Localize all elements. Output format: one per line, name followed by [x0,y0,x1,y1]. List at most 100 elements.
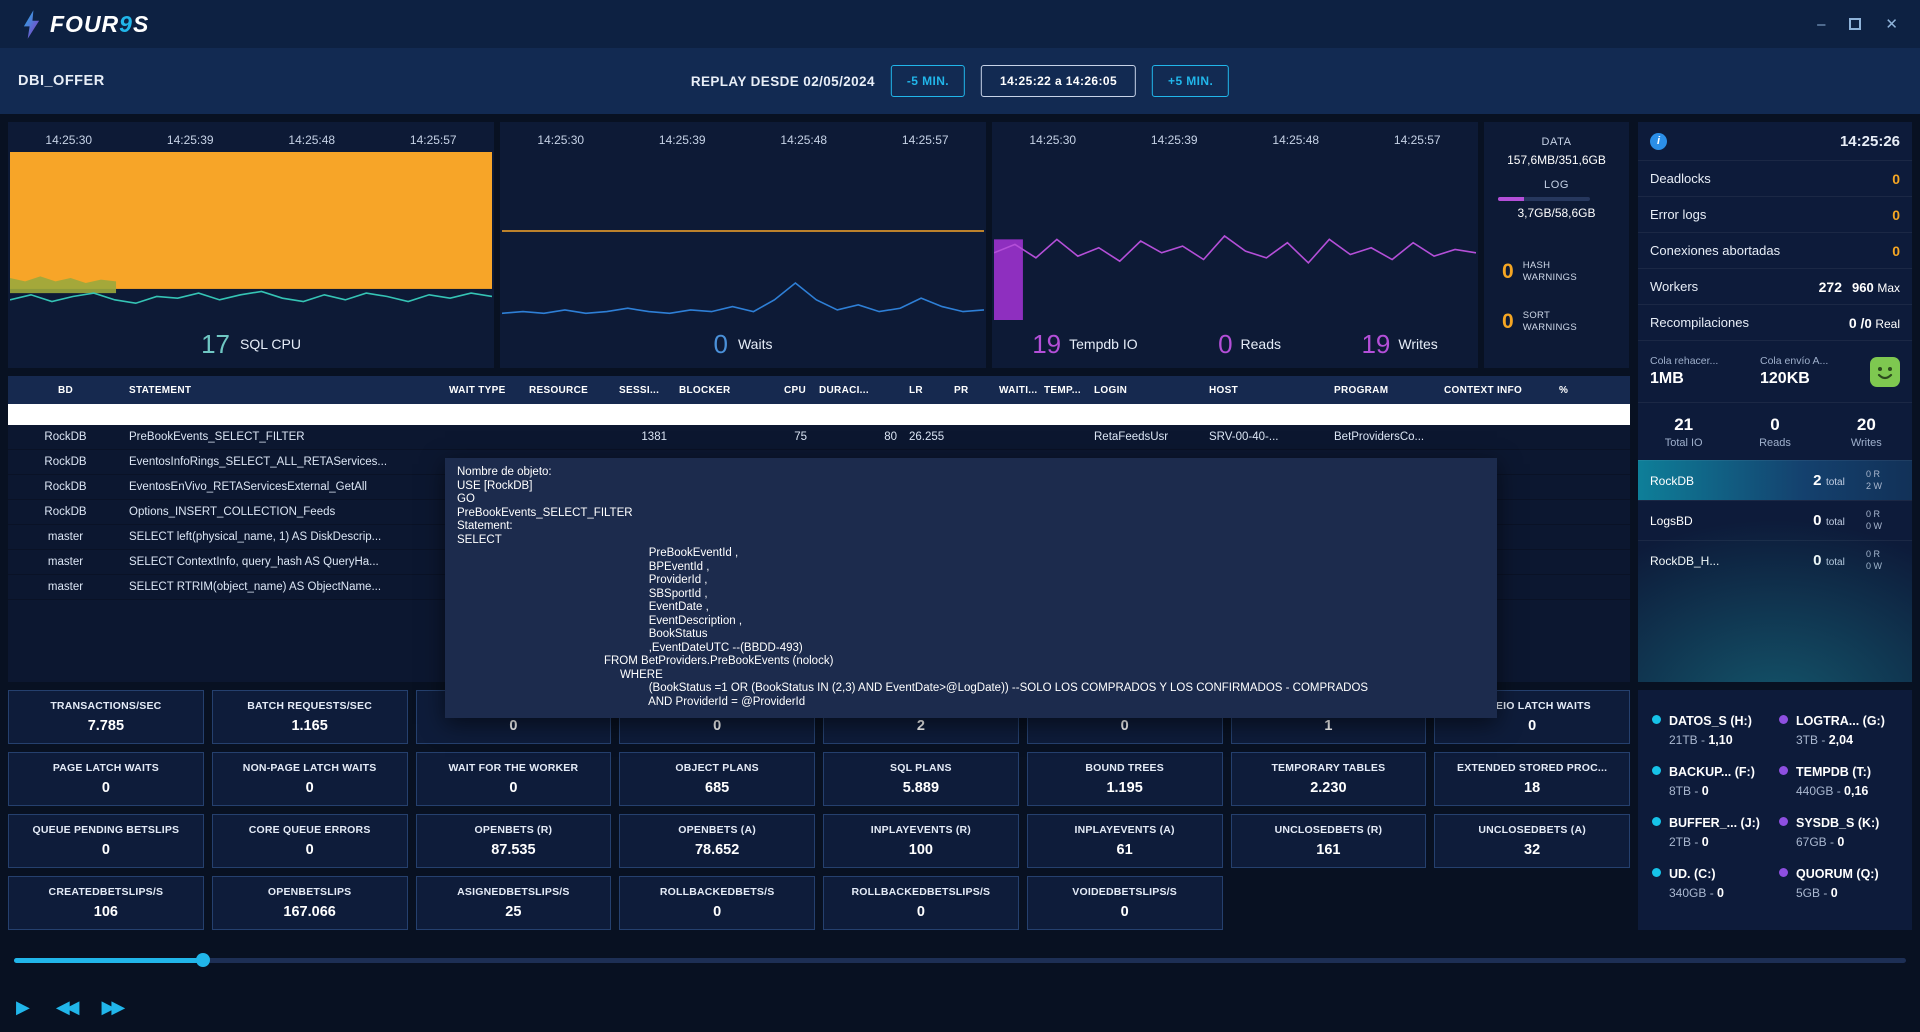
data-usage-value: 157,6MB/351,6GB [1496,153,1617,167]
tile-batch-requests-sec: BATCH REQUESTS/SEC1.165 [212,690,408,744]
disk-tempdb: TEMPDB (T:)440GB - 0,16 [1779,759,1898,810]
timeline-progress [14,958,203,963]
maximize-icon[interactable] [1849,18,1861,30]
col-context-info[interactable]: CONTEXT INFO [1438,385,1553,396]
disk-dot-icon [1652,766,1661,775]
col-percent[interactable]: % [1553,385,1630,396]
col-blocker[interactable]: BLOCKER [673,385,778,396]
stat-aborted-connections: Conexiones abortadas0 [1638,232,1912,268]
col-login[interactable]: LOGIN [1088,385,1203,396]
tick-label: 14:25:30 [537,133,584,147]
tile-createdbetslips-s: CREATEDBETSLIPS/S106 [8,876,204,930]
col-cpu[interactable]: CPU [778,385,813,396]
sql-cpu-chart [10,152,492,320]
table-header: BDSTATEMENTWAIT TYPERESOURCESESSI...BLOC… [8,376,1630,404]
tile-inplayevents-r: INPLAYEVENTS (R)100 [823,814,1019,868]
app-title: FOUR9S [50,11,149,38]
minus-5min-button[interactable]: -5 MIN. [891,65,965,97]
tempdb-plot [994,152,1476,320]
io-reads: 0Reads [1729,415,1820,449]
log-usage-value: 3,7GB/58,6GB [1496,206,1617,220]
metric-tiles-grid: TRANSACTIONS/SEC7.785 BATCH REQUESTS/SEC… [8,690,1630,930]
sql-cpu-caption: 17 SQL CPU [8,320,494,368]
tempdb-chart-panel: 14:25:3014:25:3914:25:4814:25:57 19Tempd… [992,122,1478,368]
stat-error-logs: Error logs0 [1638,196,1912,232]
disk-logtra: LOGTRA... (G:)3TB - 2,04 [1779,708,1898,759]
sort-warnings: 0 SORT WARNINGS [1502,310,1617,334]
tile-rollbackedbets-s: ROLLBACKEDBETS/S0 [619,876,815,930]
time-axis: 14:25:3014:25:3914:25:4814:25:57 [992,122,1478,152]
disk-dot-icon [1652,868,1661,877]
table-row[interactable]: RockDBPreBookEvents_SELECT_FILTER1381758… [8,425,1630,450]
disk-dot-icon [1779,715,1788,724]
titlebar: FOUR9S – ✕ [0,0,1920,48]
col-duracion[interactable]: DURACI... [813,385,903,396]
close-icon[interactable]: ✕ [1885,17,1898,32]
total-io: 21Total IO [1638,415,1729,449]
waits-plot [502,152,984,320]
tile-voidedbetslips-s: VOIDEDBETSLIPS/S0 [1027,876,1223,930]
waits-chart-panel: 14:25:30 14:25:39 14:25:48 14:25:57 0 Waits [500,122,986,368]
play-icon[interactable]: ▶ [16,997,34,1018]
tick-label: 14:25:39 [1151,133,1198,147]
disk-buffer: BUFFER_... (J:)2TB - 0 [1652,810,1771,861]
hash-warnings-label: HASH WARNINGS [1523,260,1587,284]
timeline-handle[interactable] [196,953,210,967]
tempdb-chart [994,152,1476,320]
time-axis: 14:25:3014:25:3914:25:4814:25:57 [8,122,494,152]
bolt-icon [22,10,41,39]
col-tempdb[interactable]: TEMP... [1038,385,1088,396]
sql-cpu-chart-panel: 14:25:3014:25:3914:25:4814:25:57 17 SQL … [8,122,494,368]
log-title: LOG [1496,179,1617,191]
col-wait-type[interactable]: WAIT TYPE [443,385,523,396]
tick-label: 14:25:30 [1029,133,1076,147]
tick-label: 14:25:48 [288,133,335,147]
tick-label: 14:25:57 [902,133,949,147]
rewind-icon[interactable]: ◀◀ [56,997,80,1018]
queues-row: Cola rehacer... 1MB Cola envío A... 120K… [1638,340,1912,402]
tick-label: 14:25:39 [659,133,706,147]
logo-part-nine: 9 [119,11,133,37]
app-logo: FOUR9S [22,10,149,39]
timeline-slider[interactable] [14,958,1906,963]
tempdb-io-label: Tempdb IO [1069,336,1137,352]
reads-label: Reads [1241,336,1281,352]
io-writes: 20Writes [1821,415,1912,449]
col-pr[interactable]: PR [948,385,993,396]
col-host[interactable]: HOST [1203,385,1328,396]
minimize-icon[interactable]: – [1817,17,1825,32]
tick-label: 14:25:48 [780,133,827,147]
disk-dot-icon [1779,766,1788,775]
logo-part-four: FOUR [50,11,119,37]
tile-asignedbetslips-s: ASIGNEDBETSLIPS/S25 [416,876,612,930]
info-icon[interactable]: i [1650,133,1667,150]
data-title: DATA [1496,136,1617,148]
tick-label: 14:25:48 [1272,133,1319,147]
col-waiting[interactable]: WAITI... [993,385,1038,396]
filter-row[interactable] [8,404,1630,425]
tempdb-io-value: 19 [1032,329,1061,360]
db-row-rockdb[interactable]: RockDB 2 total 0 R2 W [1638,460,1912,500]
db-row-logsbd[interactable]: LogsBD 0 total 0 R0 W [1638,500,1912,540]
tick-label: 14:25:57 [410,133,457,147]
waits-value: 0 [714,329,728,360]
db-row-rockdb-h[interactable]: RockDB_H... 0 total 0 R0 W [1638,540,1912,580]
time-range-button[interactable]: 14:25:22 a 14:26:05 [981,65,1136,97]
col-statement[interactable]: STATEMENT [123,385,443,396]
disk-dot-icon [1652,715,1661,724]
window-controls: – ✕ [1817,17,1898,32]
waits-label: Waits [738,336,772,352]
clock-row: i 14:25:26 [1638,122,1912,160]
disk-ud-c: UD. (C:)340GB - 0 [1652,861,1771,912]
col-lr[interactable]: LR [903,385,948,396]
col-bd[interactable]: BD [8,385,123,396]
col-session[interactable]: SESSI... [613,385,673,396]
fast-forward-icon[interactable]: ▶▶ [102,997,126,1018]
writes-value: 19 [1361,329,1390,360]
sql-cpu-label: SQL CPU [240,336,301,352]
col-program[interactable]: PROGRAM [1328,385,1438,396]
stat-workers: Workers 272960 Max [1638,268,1912,304]
plus-5min-button[interactable]: +5 MIN. [1152,65,1229,97]
tile-core-queue-errors: CORE QUEUE ERRORS0 [212,814,408,868]
col-resource[interactable]: RESOURCE [523,385,613,396]
